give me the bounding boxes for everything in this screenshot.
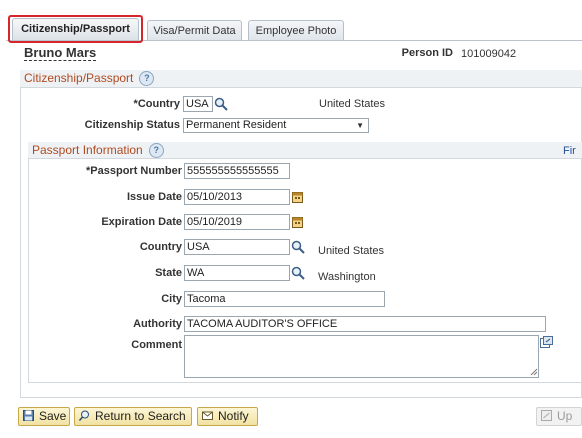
tab-visa-permit[interactable]: Visa/Permit Data xyxy=(147,20,242,40)
country-label: *Country xyxy=(133,98,180,110)
city-label: City xyxy=(161,293,182,305)
return-button-label: Return to Search xyxy=(95,409,186,423)
resize-grip-icon[interactable] xyxy=(530,368,538,376)
passport-number-label: *Passport Number xyxy=(86,165,182,177)
return-to-search-button[interactable]: Return to Search xyxy=(74,407,192,426)
active-tab-highlight xyxy=(8,15,143,43)
chevron-down-icon: ▼ xyxy=(356,121,364,130)
citizenship-status-label: Citizenship Status xyxy=(84,119,180,131)
notify-button[interactable]: Notify xyxy=(197,407,258,426)
passport-country-label: Country xyxy=(139,241,182,253)
employee-name: Bruno Mars xyxy=(24,45,97,61)
update-display-button: Up xyxy=(536,407,582,426)
citizenship-country-input[interactable]: USA xyxy=(183,96,213,112)
search-icon[interactable] xyxy=(291,266,305,280)
expiration-date-input[interactable]: 05/10/2019 xyxy=(184,214,290,230)
passport-country-input[interactable]: USA xyxy=(184,239,290,255)
expiration-date-label: Expiration Date xyxy=(101,216,182,228)
tab-employee-photo[interactable]: Employee Photo xyxy=(248,20,344,40)
issue-date-label: Issue Date xyxy=(126,191,182,203)
section-title: Citizenship/Passport xyxy=(24,71,134,85)
search-icon[interactable] xyxy=(291,240,305,254)
person-id-label: Person ID xyxy=(401,47,453,59)
expand-icon[interactable] xyxy=(540,336,553,348)
help-icon[interactable]: ? xyxy=(148,143,164,159)
tab-label: Employee Photo xyxy=(255,25,337,37)
search-icon[interactable] xyxy=(214,97,228,111)
passport-section-header: Passport Information? xyxy=(28,142,582,159)
find-link[interactable]: Fir xyxy=(563,145,576,157)
help-icon[interactable]: ? xyxy=(139,71,155,87)
citizenship-status-select[interactable]: Permanent Resident ▼ xyxy=(183,118,369,133)
state-label: State xyxy=(155,267,182,279)
issue-date-input[interactable]: 05/10/2013 xyxy=(184,189,290,205)
citizenship-country-desc: United States xyxy=(319,98,386,110)
citizenship-section-header: Citizenship/Passport? xyxy=(20,70,582,88)
state-input[interactable]: WA xyxy=(184,265,290,281)
notify-button-label: Notify xyxy=(218,409,249,423)
comment-textarea[interactable] xyxy=(184,335,539,378)
passport-number-input[interactable]: 555555555555555 xyxy=(184,163,290,179)
passport-country-desc: United States xyxy=(318,245,385,257)
save-button-label: Save xyxy=(39,409,67,423)
section-title: Passport Information xyxy=(32,143,143,157)
return-icon xyxy=(79,410,89,421)
update-button-label: Up xyxy=(557,409,573,423)
person-id-value: 101009042 xyxy=(461,48,517,60)
select-value: Permanent Resident xyxy=(186,119,287,131)
save-icon xyxy=(23,410,34,421)
calendar-icon[interactable] xyxy=(292,216,303,228)
city-input[interactable]: Tacoma xyxy=(184,291,385,307)
notify-icon xyxy=(202,411,213,420)
state-desc: Washington xyxy=(318,271,376,283)
authority-label: Authority xyxy=(133,318,182,330)
authority-input[interactable]: TACOMA AUDITOR'S OFFICE xyxy=(184,316,546,332)
update-icon xyxy=(541,410,552,421)
tab-label: Visa/Permit Data xyxy=(153,25,236,37)
calendar-icon[interactable] xyxy=(292,191,303,203)
comment-label: Comment xyxy=(131,339,182,351)
save-button[interactable]: Save xyxy=(18,407,70,426)
